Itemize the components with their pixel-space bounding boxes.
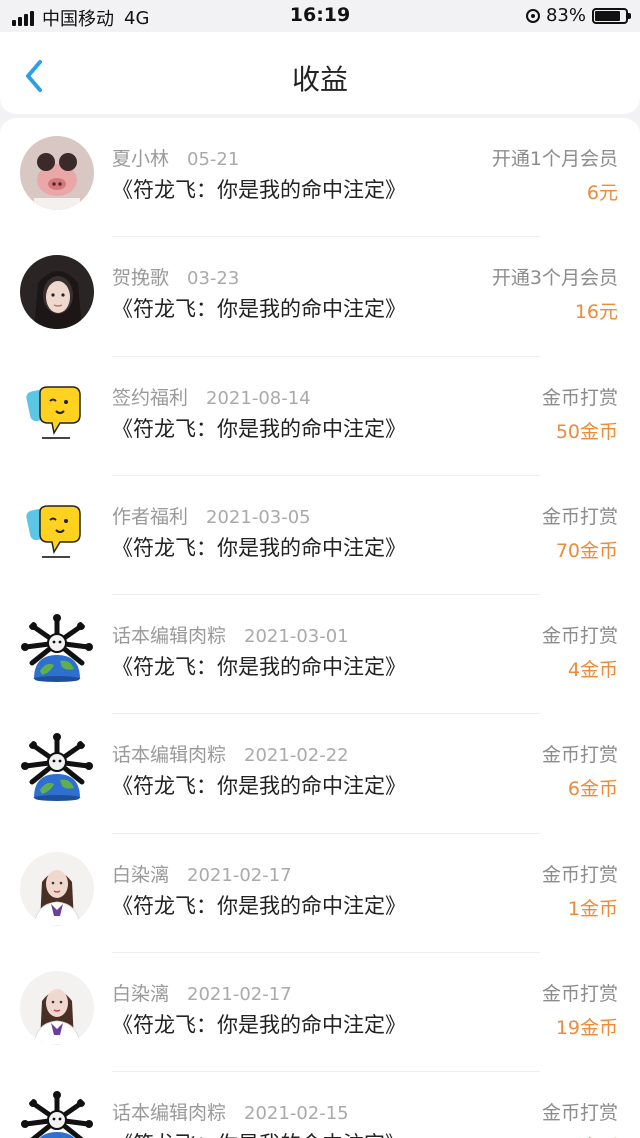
globe-cartoon-avatar[interactable]	[20, 1090, 94, 1138]
record-date: 2021-08-14	[206, 387, 311, 409]
income-type: 金币打赏	[541, 863, 618, 886]
user-line: 白染漓 2021-02-17	[112, 979, 292, 1006]
user-line: 话本编辑肉粽 2021-03-01	[112, 621, 349, 648]
book-title: 《符龙飞：你是我的命中注定》	[112, 297, 406, 322]
record-date: 03-23	[187, 268, 240, 290]
income-amount: 6金币	[567, 778, 618, 801]
record-date: 2021-02-22	[244, 745, 349, 767]
list-item[interactable]: 夏小林 05-21 《符龙飞：你是我的命中注定》 开通1个月会员 6元	[0, 118, 640, 238]
nav-bar: 收益	[0, 32, 640, 114]
list-item[interactable]: 贺挽歌 03-23 《符龙飞：你是我的命中注定》 开通3个月会员 16元	[0, 237, 640, 357]
income-amount: 1金币	[568, 1132, 618, 1138]
income-amount: 6元	[586, 182, 618, 204]
list-item[interactable]: 作者福利 2021-03-05 《符龙飞：你是我的命中注定》 金币打赏 70金币	[0, 476, 640, 596]
user-name: 夏小林	[112, 148, 170, 170]
list-item[interactable]: 话本编辑肉粽 2021-02-15 《符龙飞：你是我的命中注定》 金币打赏 1金币	[0, 1072, 640, 1138]
orientation-lock-icon	[525, 8, 540, 23]
income-type: 金币打赏	[541, 744, 618, 767]
income-type: 金币打赏	[541, 983, 618, 1006]
income-amount: 19金币	[555, 1017, 618, 1040]
list-item[interactable]: 签约福利 2021-08-14 《符龙飞：你是我的命中注定》 金币打赏 50金币	[0, 357, 640, 477]
income-amount: 16元	[574, 301, 618, 324]
user-line: 贺挽歌 03-23	[112, 263, 239, 290]
girl-uniform-photo-avatar[interactable]	[20, 851, 94, 926]
user-name: 话本编辑肉粽	[112, 625, 227, 648]
user-name: 话本编辑肉粽	[112, 1102, 227, 1125]
record-date: 2021-02-17	[187, 864, 292, 886]
user-line: 作者福利 2021-03-05	[112, 502, 311, 529]
user-name: 白染漓	[112, 983, 170, 1006]
income-amount: 4金币	[567, 659, 618, 682]
pig-photo-avatar[interactable]	[20, 136, 94, 210]
record-date: 2021-03-05	[206, 506, 311, 528]
globe-cartoon-avatar[interactable]	[20, 613, 94, 688]
income-amount: 1金币	[567, 897, 618, 920]
user-line: 话本编辑肉粽 2021-02-15	[112, 1098, 349, 1125]
book-title: 《符龙飞：你是我的命中注定》	[112, 1013, 406, 1038]
income-type: 开通1个月会员	[491, 148, 618, 170]
book-title: 《符龙飞：你是我的命中注定》	[112, 535, 406, 560]
book-title: 《符龙飞：你是我的命中注定》	[112, 178, 406, 202]
status-right: 83%	[525, 5, 631, 26]
girl-photo-avatar[interactable]	[20, 255, 94, 330]
book-title: 《符龙飞：你是我的命中注定》	[112, 1128, 406, 1138]
user-name: 话本编辑肉粽	[112, 744, 227, 767]
income-type: 金币打赏	[541, 505, 618, 528]
list-item[interactable]: 话本编辑肉粽 2021-02-22 《符龙飞：你是我的命中注定》 金币打赏 6金币	[0, 714, 640, 835]
user-name: 签约福利	[112, 386, 189, 409]
income-amount: 50金币	[555, 420, 618, 443]
income-type: 开通3个月会员	[491, 267, 618, 290]
girl-uniform-photo-avatar[interactable]	[20, 971, 94, 1046]
income-type: 金币打赏	[541, 386, 618, 409]
book-title: 《符龙飞：你是我的命中注定》	[112, 774, 406, 799]
globe-cartoon-avatar[interactable]	[20, 732, 94, 807]
record-date: 2021-02-15	[244, 1103, 349, 1125]
income-type: 金币打赏	[541, 1102, 618, 1125]
book-title: 《符龙飞：你是我的命中注定》	[112, 655, 406, 680]
battery-percent: 83%	[545, 5, 586, 26]
list-item[interactable]: 白染漓 2021-02-17 《符龙飞：你是我的命中注定》 金币打赏 19金币	[0, 953, 640, 1073]
battery-icon	[592, 7, 631, 24]
record-date: 2021-03-01	[244, 626, 349, 648]
user-line: 白染漓 2021-02-17	[112, 860, 292, 887]
user-line: 夏小林 05-21	[112, 144, 239, 171]
book-title: 《符龙飞：你是我的命中注定》	[112, 416, 406, 441]
income-type: 金币打赏	[541, 625, 618, 648]
chat-bubble-mascot-avatar[interactable]	[20, 493, 94, 568]
income-amount: 70金币	[555, 539, 618, 562]
page-title: 收益	[291, 63, 348, 96]
list-item[interactable]: 白染漓 2021-02-17 《符龙飞：你是我的命中注定》 金币打赏 1金币	[0, 834, 640, 954]
user-name: 贺挽歌	[112, 267, 170, 290]
record-date: 05-21	[187, 149, 240, 170]
status-bar: 中国移动 4G 16:19 83%	[0, 0, 640, 32]
record-date: 2021-02-17	[187, 984, 292, 1006]
user-name: 白染漓	[112, 863, 170, 886]
user-name: 作者福利	[112, 505, 189, 528]
user-line: 签约福利 2021-08-14	[112, 383, 311, 410]
chat-bubble-mascot-avatar[interactable]	[20, 374, 94, 449]
user-line: 话本编辑肉粽 2021-02-22	[112, 740, 349, 767]
list-item[interactable]: 话本编辑肉粽 2021-03-01 《符龙飞：你是我的命中注定》 金币打赏 4金币	[0, 595, 640, 715]
earnings-list: 夏小林 05-21 《符龙飞：你是我的命中注定》 开通1个月会员 6元贺挽歌 03-23 《…	[0, 118, 640, 1138]
book-title: 《符龙飞：你是我的命中注定》	[112, 893, 406, 918]
